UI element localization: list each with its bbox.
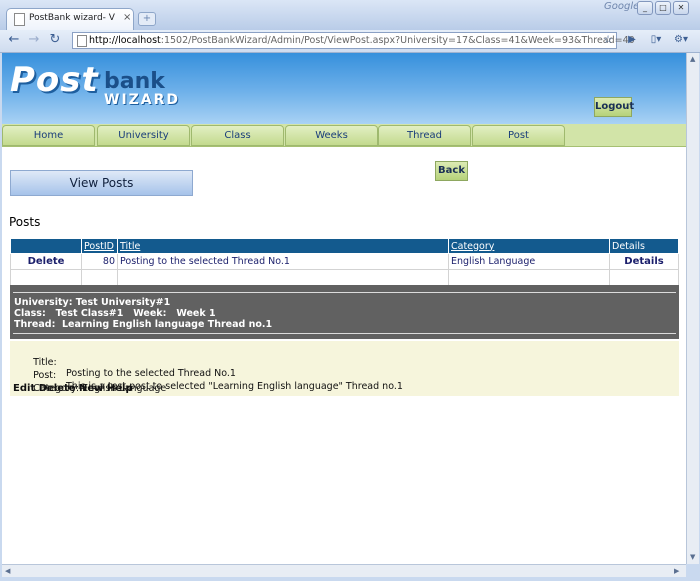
sort-title-link[interactable]: Title <box>120 241 140 252</box>
address-bar[interactable]: http://localhost:1502/PostBankWizard/Adm… <box>72 32 635 49</box>
browser-title-bar: PostBank wizard- View, mo... × + Google … <box>0 0 700 30</box>
delete-post-link[interactable]: Delete <box>39 383 76 394</box>
window-maximize-button[interactable]: □ <box>655 1 671 15</box>
context-thread: Thread: Learning English language Thread… <box>14 319 273 330</box>
divider <box>13 333 676 334</box>
post-detail-panel: Title: Posting to the selected Thread No… <box>10 341 679 396</box>
scroll-down-icon[interactable]: ▼ <box>690 553 695 561</box>
details-link[interactable]: Details <box>609 253 679 270</box>
browser-tab[interactable]: PostBank wizard- View, mo... × <box>6 8 134 30</box>
empty-cell <box>609 269 679 286</box>
window-close-button[interactable]: ✕ <box>673 1 689 15</box>
header-details: Details <box>609 238 679 254</box>
delete-link[interactable]: Delete <box>10 253 82 270</box>
new-tab-button[interactable]: + <box>138 12 156 26</box>
reload-icon[interactable]: ↻ <box>47 32 63 48</box>
site-banner: Post bank WIZARD Logout <box>2 53 686 124</box>
logo-post-text: Post <box>10 60 99 100</box>
back-arrow-icon[interactable]: ← <box>6 32 22 48</box>
empty-cell <box>81 269 118 286</box>
forward-arrow-icon[interactable]: → <box>26 32 42 48</box>
scroll-left-icon[interactable]: ◀ <box>5 567 10 575</box>
menu-item-post[interactable]: Post <box>472 125 565 146</box>
menu-item-university[interactable]: University <box>97 125 190 146</box>
page-favicon-icon <box>14 13 25 26</box>
go-icon[interactable]: ▶ <box>624 32 640 48</box>
header-blank <box>10 238 82 254</box>
detail-actions: Edit Delete New Help <box>13 383 133 394</box>
browser-brand: Google <box>604 1 640 12</box>
page-viewport: Post bank WIZARD Logout Home University … <box>2 53 686 564</box>
tools-menu-icon[interactable]: ⚙▾ <box>670 32 692 48</box>
help-link[interactable]: Help <box>107 383 133 394</box>
edit-link[interactable]: Edit <box>13 383 35 394</box>
posts-table: PostID Title Category Details Delete 80 … <box>10 238 679 286</box>
new-post-link[interactable]: New <box>79 383 103 394</box>
page-menu-icon[interactable]: ▯▾ <box>645 32 667 48</box>
tab-title: PostBank wizard- View, mo... <box>29 13 115 23</box>
scroll-up-icon[interactable]: ▲ <box>690 55 695 63</box>
header-postid[interactable]: PostID <box>81 238 118 254</box>
posts-heading: Posts <box>9 215 41 229</box>
menu-item-home[interactable]: Home <box>2 125 95 146</box>
window-minimize-button[interactable]: _ <box>637 1 653 15</box>
empty-cell <box>448 269 610 286</box>
divider <box>13 292 676 293</box>
back-button[interactable]: Back <box>435 161 468 181</box>
cell-postid: 80 <box>81 253 118 270</box>
main-menu: Home University Class Weeks Thread Post <box>2 124 686 147</box>
logout-button[interactable]: Logout <box>594 97 634 117</box>
empty-cell <box>117 269 449 286</box>
header-title[interactable]: Title <box>117 238 449 254</box>
browser-toolbar: ← → ↻ http://localhost:1502/PostBankWiza… <box>0 30 700 53</box>
table-row: Delete 80 Posting to the selected Thread… <box>10 253 679 270</box>
horizontal-scrollbar[interactable]: ◀ ▶ <box>2 564 686 577</box>
page-icon <box>77 35 87 47</box>
context-university: University: Test University#1 <box>14 297 171 308</box>
view-posts-header: View Posts <box>10 170 193 196</box>
address-url[interactable]: http://localhost:1502/PostBankWizard/Adm… <box>89 35 635 46</box>
menu-item-weeks[interactable]: Weeks <box>285 125 378 146</box>
vertical-scrollbar[interactable]: ▲ ▼ <box>686 53 699 564</box>
cell-category: English Language <box>448 253 610 270</box>
logo-wizard-text: WIZARD <box>104 92 181 108</box>
tab-close-icon[interactable]: × <box>123 12 131 23</box>
cell-title: Posting to the selected Thread No.1 <box>117 253 449 270</box>
bookmark-star-icon[interactable]: ☆ <box>600 32 616 48</box>
table-empty-row <box>10 269 679 286</box>
sort-category-link[interactable]: Category <box>451 241 494 252</box>
table-header-row: PostID Title Category Details <box>10 238 679 254</box>
header-category[interactable]: Category <box>448 238 610 254</box>
sort-postid-link[interactable]: PostID <box>84 241 114 252</box>
empty-cell <box>10 269 82 286</box>
menu-item-thread[interactable]: Thread <box>378 125 471 146</box>
menu-item-class[interactable]: Class <box>191 125 284 146</box>
context-info-box: University: Test University#1 Class: Tes… <box>10 285 679 339</box>
context-class-week: Class: Test Class#1 Week: Week 1 <box>14 308 216 319</box>
scroll-right-icon[interactable]: ▶ <box>674 567 679 575</box>
logo-bank-text: bank <box>104 69 165 94</box>
